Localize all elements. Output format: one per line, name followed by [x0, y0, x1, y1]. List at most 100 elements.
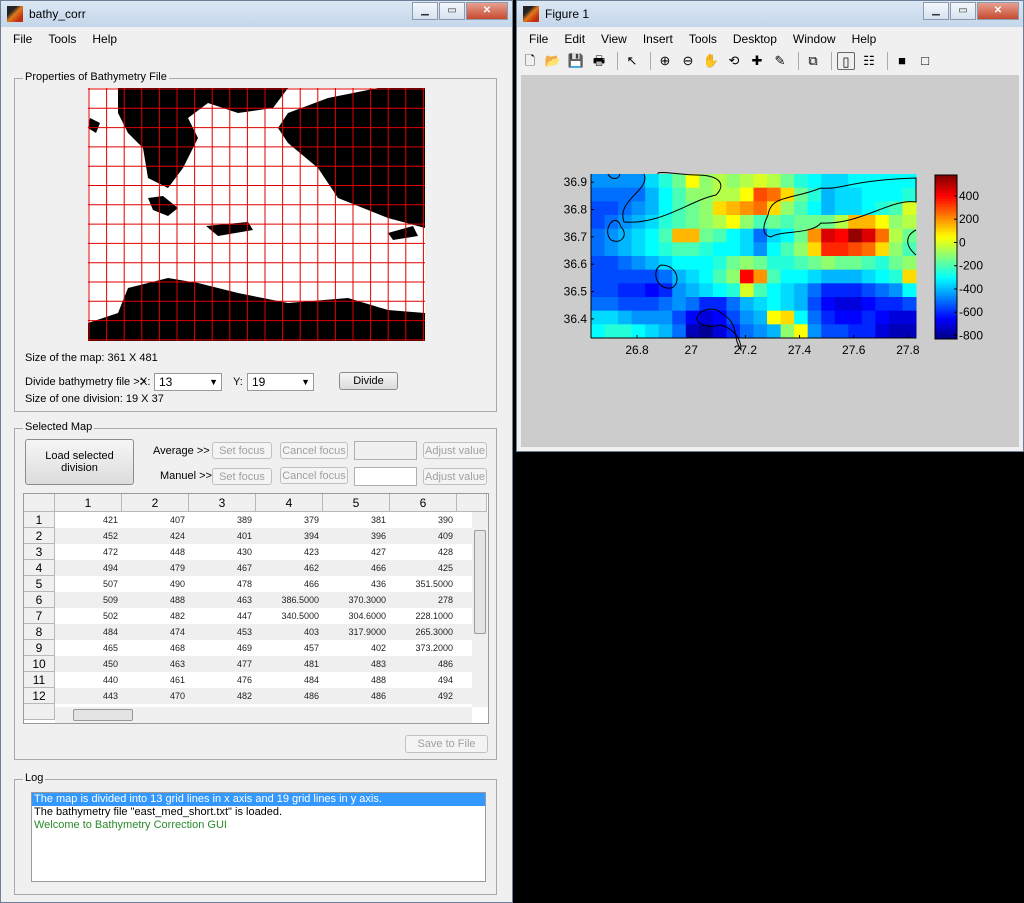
- legend-icon[interactable]: ☷: [860, 52, 878, 70]
- table-cell[interactable]: 427: [323, 544, 390, 560]
- maximize-button[interactable]: ▭: [439, 2, 465, 20]
- average-value-field[interactable]: [354, 441, 417, 460]
- row-header[interactable]: 4: [24, 560, 55, 576]
- table-cell[interactable]: 479: [122, 560, 189, 576]
- table-cell[interactable]: 484: [55, 624, 122, 640]
- data-table[interactable]: 1 2 3 4 5 6 1 421 407 389 379 381 390 2 452 424 401 394 39…: [23, 493, 489, 724]
- table-cell[interactable]: 486: [323, 688, 390, 704]
- table-cell[interactable]: 463: [122, 656, 189, 672]
- save-to-file-button[interactable]: Save to File: [405, 735, 488, 753]
- table-cell[interactable]: 481: [256, 656, 323, 672]
- menu-tools[interactable]: Tools: [681, 32, 725, 46]
- table-cell[interactable]: 486: [390, 656, 457, 672]
- menu-window[interactable]: Window: [785, 32, 844, 46]
- row-header[interactable]: 10: [24, 656, 55, 672]
- hide-tools-icon[interactable]: ■: [893, 52, 911, 70]
- column-header[interactable]: 6: [390, 494, 457, 512]
- row-header[interactable]: 6: [24, 592, 55, 608]
- table-cell[interactable]: 507: [55, 576, 122, 592]
- divide-button[interactable]: Divide: [339, 372, 398, 390]
- table-cell[interactable]: 465: [55, 640, 122, 656]
- row-header[interactable]: 11: [24, 672, 55, 688]
- brush-icon[interactable]: ✎: [771, 52, 789, 70]
- table-cell[interactable]: 423: [256, 544, 323, 560]
- link-icon[interactable]: ⧉: [804, 52, 822, 70]
- row-header[interactable]: 1: [24, 512, 55, 528]
- table-cell[interactable]: 443: [55, 688, 122, 704]
- table-cell[interactable]: 381: [323, 512, 390, 528]
- table-cell[interactable]: 425: [390, 560, 457, 576]
- zoom-out-icon[interactable]: ⊖: [679, 52, 697, 70]
- heatmap-plot[interactable]: 26.8 27 27.2 27.4 27.6 27.8 36.4 36.5 36.6 36.7 36…: [521, 75, 1021, 449]
- bathymetry-map[interactable]: [88, 88, 425, 341]
- log-entry[interactable]: The map is divided into 13 grid lines in…: [32, 793, 485, 806]
- menu-help[interactable]: Help: [84, 32, 125, 46]
- table-cell[interactable]: 389: [189, 512, 256, 528]
- table-cell[interactable]: 390: [390, 512, 457, 528]
- manuel-set-focus-button[interactable]: Set focus: [212, 468, 272, 485]
- table-cell[interactable]: 469: [189, 640, 256, 656]
- new-file-icon[interactable]: 🗋: [521, 52, 539, 70]
- table-cell[interactable]: 373.2000: [390, 640, 457, 656]
- table-cell[interactable]: 448: [122, 544, 189, 560]
- table-cell[interactable]: 484: [256, 672, 323, 688]
- open-icon[interactable]: 📂: [544, 52, 562, 70]
- row-header[interactable]: 2: [24, 528, 55, 544]
- menu-edit[interactable]: Edit: [556, 32, 593, 46]
- close-button[interactable]: ✕: [466, 2, 508, 20]
- row-header[interactable]: 3: [24, 544, 55, 560]
- table-cell[interactable]: 453: [189, 624, 256, 640]
- average-adjust-value-button[interactable]: Adjust value: [423, 442, 487, 459]
- colorbar-icon[interactable]: ▯: [837, 52, 855, 70]
- table-cell[interactable]: 421: [55, 512, 122, 528]
- table-cell[interactable]: 394: [256, 528, 323, 544]
- row-header[interactable]: 7: [24, 608, 55, 624]
- table-cell[interactable]: 265.3000: [390, 624, 457, 640]
- table-cell[interactable]: 468: [122, 640, 189, 656]
- table-cell[interactable]: 474: [122, 624, 189, 640]
- load-selected-division-button[interactable]: Load selected division: [25, 439, 134, 485]
- table-cell[interactable]: 440: [55, 672, 122, 688]
- table-cell[interactable]: 447: [189, 608, 256, 624]
- table-cell[interactable]: 436: [323, 576, 390, 592]
- table-cell[interactable]: 401: [189, 528, 256, 544]
- zoom-in-icon[interactable]: ⊕: [656, 52, 674, 70]
- menu-insert[interactable]: Insert: [635, 32, 681, 46]
- data-cursor-icon[interactable]: ✚: [748, 52, 766, 70]
- save-icon[interactable]: 💾: [567, 52, 585, 70]
- table-cell[interactable]: 351.5000: [390, 576, 457, 592]
- print-icon[interactable]: 🖶: [590, 52, 608, 70]
- table-cell[interactable]: 478: [189, 576, 256, 592]
- manuel-adjust-value-button[interactable]: Adjust value: [423, 468, 487, 485]
- row-header[interactable]: 5: [24, 576, 55, 592]
- menu-tools[interactable]: Tools: [40, 32, 84, 46]
- table-cell[interactable]: 278: [390, 592, 457, 608]
- column-header[interactable]: 3: [189, 494, 256, 512]
- table-cell[interactable]: 317.9000: [323, 624, 390, 640]
- table-cell[interactable]: 403: [256, 624, 323, 640]
- minimize-button[interactable]: ▁: [923, 2, 949, 20]
- table-cell[interactable]: 430: [189, 544, 256, 560]
- log-entry[interactable]: The bathymetry file "east_med_short.txt"…: [32, 806, 485, 819]
- table-cell[interactable]: 396: [323, 528, 390, 544]
- row-header[interactable]: 8: [24, 624, 55, 640]
- table-cell[interactable]: 340.5000: [256, 608, 323, 624]
- table-cell[interactable]: 463: [189, 592, 256, 608]
- pointer-icon[interactable]: ↖: [623, 52, 641, 70]
- table-cell[interactable]: 466: [256, 576, 323, 592]
- table-cell[interactable]: 462: [256, 560, 323, 576]
- x-divisions-select[interactable]: 13 ▼: [154, 373, 222, 391]
- rotate-icon[interactable]: ⟲: [725, 52, 743, 70]
- menu-view[interactable]: View: [593, 32, 635, 46]
- table-cell[interactable]: 482: [122, 608, 189, 624]
- dock-icon[interactable]: □: [916, 52, 934, 70]
- table-cell[interactable]: 476: [189, 672, 256, 688]
- table-cell[interactable]: 409: [390, 528, 457, 544]
- table-cell[interactable]: 494: [55, 560, 122, 576]
- table-cell[interactable]: 402: [323, 640, 390, 656]
- column-header[interactable]: 1: [55, 494, 122, 512]
- table-cell[interactable]: 488: [122, 592, 189, 608]
- table-cell[interactable]: 482: [189, 688, 256, 704]
- table-cell[interactable]: 486: [256, 688, 323, 704]
- table-cell[interactable]: 424: [122, 528, 189, 544]
